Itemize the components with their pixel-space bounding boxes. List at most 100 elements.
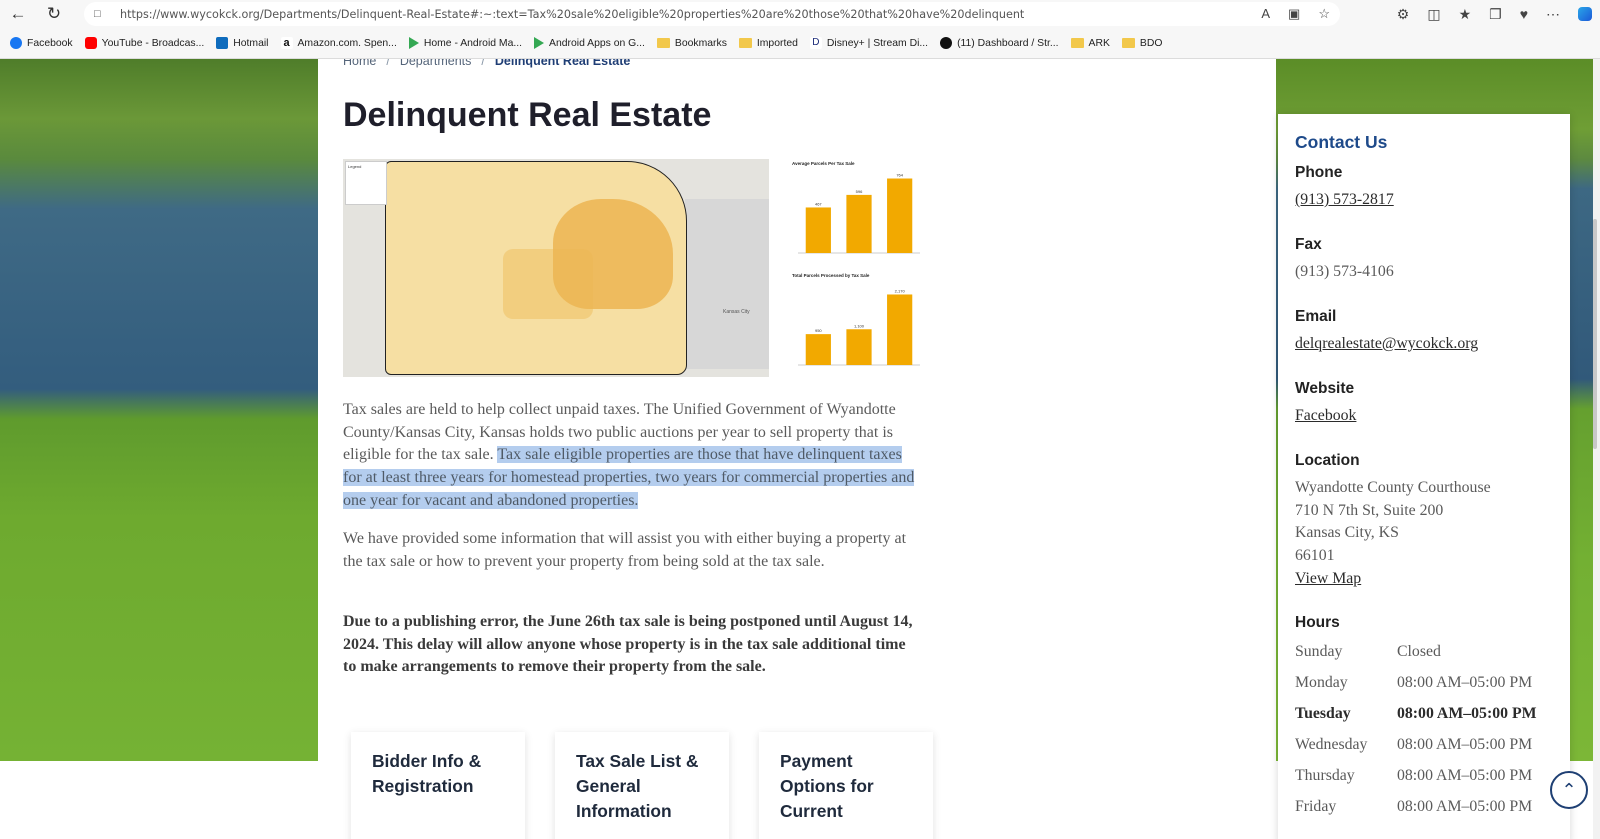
hours-label: Hours — [1295, 614, 1340, 631]
chart-bar — [805, 334, 831, 365]
map-dense-region — [553, 199, 673, 309]
chart-title: Total Parcels Processed by Tax Sale — [792, 273, 870, 278]
chevron-up-icon: ⌃ — [1561, 779, 1577, 800]
copilot-icon[interactable] — [1578, 7, 1592, 21]
chart-data-label: 467 — [815, 201, 822, 206]
collections-icon[interactable]: ❐ — [1489, 6, 1502, 23]
breadcrumb-separator: / — [481, 59, 485, 68]
phone-label: Phone — [1295, 164, 1343, 181]
chart-title: Average Parcels Per Tax Sale — [792, 161, 855, 166]
hours-time: 08:00 AM–05:00 PM — [1397, 705, 1537, 722]
location-line: 710 N 7th St, Suite 200 — [1295, 501, 1444, 519]
favorite-star-icon[interactable]: ☆ — [1318, 6, 1330, 22]
fax-label: Fax — [1295, 236, 1322, 253]
hours-row: Monday 08:00 AM–05:00 PM — [1295, 674, 1565, 692]
bookmark-folder-ark[interactable]: ARK — [1070, 38, 1110, 49]
chart-average-parcels-svg: 467 596 764 — [798, 173, 920, 254]
hours-day: Sunday — [1295, 643, 1343, 660]
hours-row: Sunday Closed — [1295, 643, 1565, 661]
scrollbar-thumb[interactable] — [1593, 219, 1597, 449]
back-arrow-icon[interactable]: ← — [0, 0, 36, 28]
chart-data-label: 2,170 — [895, 288, 906, 293]
intro-paragraph: Tax sales are held to help collect unpai… — [343, 399, 915, 513]
chart-bar — [887, 294, 913, 365]
breadcrumb-departments[interactable]: Departments — [400, 59, 472, 68]
card-bidder-info[interactable]: Bidder Info & Registration — [351, 732, 525, 839]
breadcrumb-home[interactable]: Home — [343, 59, 376, 68]
bookmark-android-apps[interactable]: Android Apps on G... — [534, 37, 645, 49]
phone-link[interactable]: (913) 573-2817 — [1295, 191, 1394, 208]
hours-day: Thursday — [1295, 767, 1355, 784]
page-viewport: Home / Departments / Delinquent Real Est… — [0, 59, 1600, 839]
background-park-photo-left — [0, 59, 318, 761]
bookmark-folder-bookmarks[interactable]: Bookmarks — [656, 38, 727, 49]
location-line: 66101 — [1295, 547, 1335, 565]
hours-day: Monday — [1295, 674, 1348, 691]
bookmark-disney[interactable]: D Disney+ | Stream Di... — [809, 37, 928, 49]
tax-sale-map-image: Legend Kansas City — [343, 159, 769, 377]
website-link[interactable]: Facebook — [1295, 407, 1356, 424]
location-label: Location — [1295, 452, 1360, 469]
outlook-icon — [216, 37, 229, 49]
google-play-icon — [408, 37, 419, 49]
favorites-icon[interactable]: ★ — [1459, 6, 1472, 23]
disney-icon: D — [809, 37, 822, 49]
card-title: Tax Sale List & General Information — [576, 751, 699, 821]
page-scrollbar[interactable] — [1593, 59, 1600, 839]
location-address: Wyandotte County Courthouse 710 N 7th St… — [1295, 477, 1491, 591]
contact-title: Contact Us — [1295, 132, 1388, 152]
bookmark-youtube[interactable]: YouTube - Broadcas... — [84, 37, 204, 49]
bookmark-amazon[interactable]: a Amazon.com. Spen... — [280, 37, 397, 49]
scroll-to-top-button[interactable]: ⌃ — [1550, 771, 1588, 809]
site-info-icon[interactable]: □ — [94, 8, 108, 20]
breadcrumb-current: Delinquent Real Estate — [494, 59, 631, 68]
chart-data-label: 950 — [815, 328, 822, 333]
chart-data-label: 764 — [896, 173, 903, 178]
immersive-reader-icon[interactable]: ▣ — [1288, 6, 1300, 22]
more-menu-icon[interactable]: ⋯ — [1546, 6, 1560, 23]
chart-total-parcels-svg: 950 1,100 2,170 — [798, 288, 920, 366]
card-title: Payment Options for Current — [780, 751, 874, 821]
bookmark-facebook[interactable]: Facebook — [10, 37, 73, 49]
refresh-icon[interactable]: ↻ — [36, 0, 72, 28]
browser-toolbar: ← ↻ □ https://www.wycokck.org/Department… — [0, 0, 1600, 28]
info-paragraph: We have provided some information that w… — [343, 530, 907, 570]
hours-row-today: Tuesday 08:00 AM–05:00 PM — [1295, 705, 1565, 723]
hours-time: 08:00 AM–05:00 PM — [1397, 674, 1533, 691]
hours-time: Closed — [1397, 643, 1441, 660]
notice-paragraph: Due to a publishing error, the June 26th… — [343, 613, 913, 676]
card-tax-sale-list[interactable]: Tax Sale List & General Information — [555, 732, 729, 839]
card-payment-options[interactable]: Payment Options for Current — [759, 732, 933, 839]
hours-day: Tuesday — [1295, 705, 1351, 722]
read-aloud-icon[interactable]: A — [1261, 6, 1270, 22]
address-bar[interactable]: □ https://www.wycokck.org/Departments/De… — [84, 2, 1340, 26]
hours-day: Wednesday — [1295, 736, 1368, 753]
breadcrumb: Home / Departments / Delinquent Real Est… — [343, 59, 630, 68]
bookmarks-bar: Facebook YouTube - Broadcas... Hotmail a… — [0, 28, 1600, 59]
hours-time: 08:00 AM–05:00 PM — [1397, 736, 1533, 753]
main-content: Home / Departments / Delinquent Real Est… — [318, 59, 1570, 839]
youtube-icon — [84, 37, 97, 49]
view-map-link[interactable]: View Map — [1295, 570, 1361, 587]
fax-value: (913) 573-4106 — [1295, 263, 1394, 280]
extensions-icon[interactable]: ⚙ — [1397, 6, 1410, 23]
folder-icon — [656, 38, 670, 48]
browser-essentials-icon[interactable]: ♥ — [1520, 6, 1528, 22]
page-title: Delinquent Real Estate — [343, 96, 712, 134]
folder-icon — [738, 38, 752, 48]
bookmark-dashboard[interactable]: (11) Dashboard / Str... — [940, 37, 1059, 49]
map-city-label: Kansas City — [723, 309, 750, 315]
folder-icon — [1121, 38, 1135, 48]
bookmark-folder-imported[interactable]: Imported — [738, 38, 798, 49]
split-screen-icon[interactable]: ◫ — [1427, 6, 1440, 23]
google-play-icon — [534, 37, 545, 49]
bookmark-android-home[interactable]: Home - Android Ma... — [408, 37, 522, 49]
bookmark-folder-bdo[interactable]: BDO — [1121, 38, 1162, 49]
url-text[interactable]: https://www.wycokck.org/Departments/Deli… — [120, 8, 1024, 21]
tax-sale-charts-image: Average Parcels Per Tax Sale 467 596 764 T… — [778, 159, 928, 377]
email-link[interactable]: delqrealestate@wycokck.org — [1295, 335, 1478, 352]
website-label: Website — [1295, 380, 1355, 397]
hours-time: 08:00 AM–05:00 PM — [1397, 798, 1533, 815]
chart-data-label: 1,100 — [854, 323, 865, 328]
bookmark-hotmail[interactable]: Hotmail — [216, 37, 269, 49]
